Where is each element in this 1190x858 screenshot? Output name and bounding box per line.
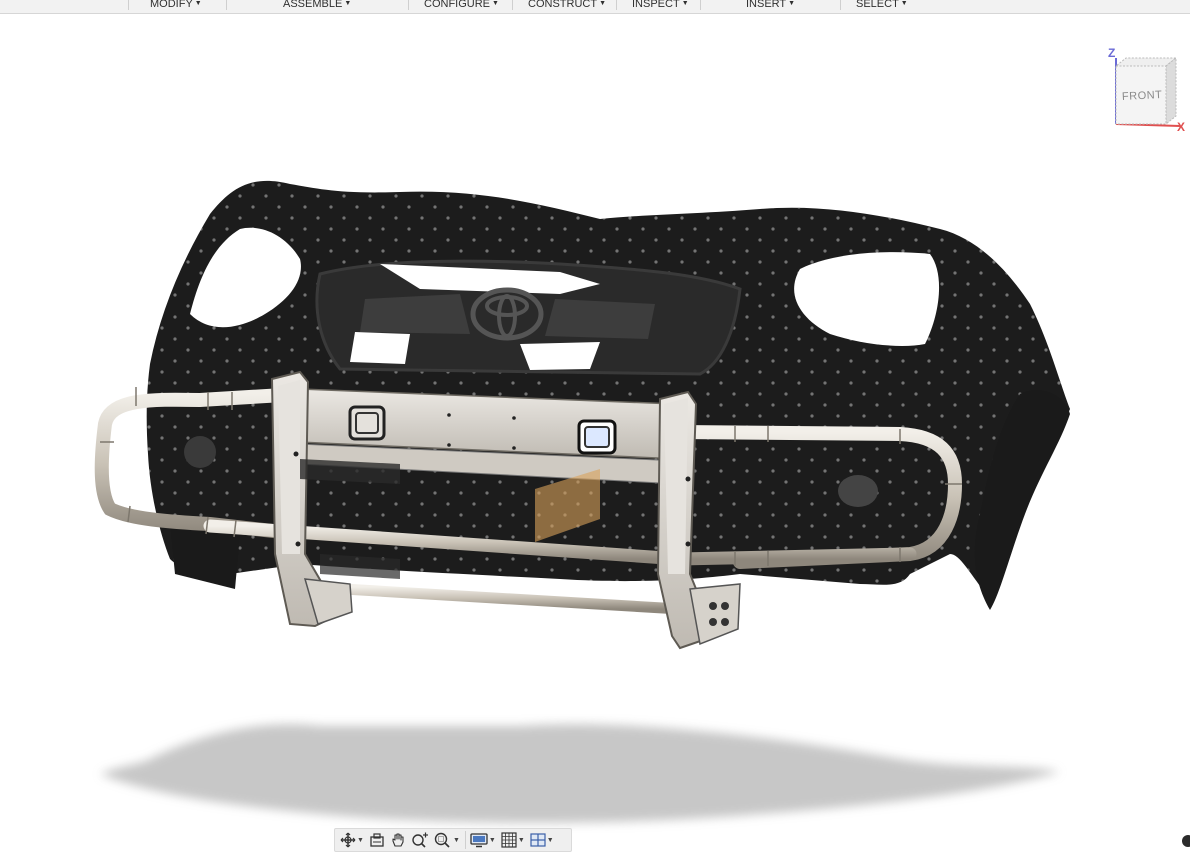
zoom-window-icon bbox=[434, 832, 450, 848]
construct-menu[interactable]: CONSTRUCT ▼ bbox=[528, 0, 606, 11]
caret-down-icon[interactable]: ▼ bbox=[518, 837, 525, 844]
led-light-pod-right bbox=[577, 419, 617, 455]
ground-shadow bbox=[100, 724, 1060, 823]
zoom-window-button[interactable]: ▼ bbox=[433, 830, 461, 850]
insert-menu[interactable]: INSERT ▼ bbox=[746, 0, 795, 11]
assemble-menu-label: ASSEMBLE bbox=[283, 0, 343, 10]
select-menu-label: SELECT bbox=[856, 0, 899, 10]
caret-down-icon: ▼ bbox=[900, 0, 908, 7]
led-light-pod-left bbox=[348, 405, 386, 441]
pan-button[interactable] bbox=[389, 830, 407, 850]
caret-down-icon: ▼ bbox=[492, 0, 499, 7]
toolbar-separator bbox=[512, 0, 513, 10]
assemble-menu[interactable]: ASSEMBLE ▼ bbox=[283, 0, 351, 11]
fog-light-left bbox=[184, 436, 216, 468]
caret-down-icon[interactable]: ▼ bbox=[357, 837, 364, 844]
toolbar-separator bbox=[128, 0, 129, 10]
toolbar-separator bbox=[700, 0, 701, 10]
toolbar-separator bbox=[616, 0, 617, 10]
fog-light-right bbox=[838, 475, 878, 507]
view-cube-axis-x-label: X bbox=[1177, 120, 1186, 134]
zoom-icon bbox=[412, 832, 428, 848]
construct-menu-label: CONSTRUCT bbox=[528, 0, 598, 10]
display-settings-icon bbox=[470, 833, 488, 848]
caret-down-icon: ▼ bbox=[344, 0, 352, 7]
inspect-menu[interactable]: INSPECT ▼ bbox=[632, 0, 689, 11]
navigation-bar: ▼ ▼ ▼ ▼ ▼ bbox=[334, 828, 572, 852]
grille-mesh-left bbox=[360, 294, 470, 334]
fusion-app-window: MODIFY ▼ ASSEMBLE ▼ CONFIGURE ▼ CONSTRUCT ▼ … bbox=[0, 0, 1190, 858]
orbit-button[interactable]: ▼ bbox=[339, 830, 365, 850]
look-at-button[interactable] bbox=[368, 830, 386, 850]
toolbar-separator bbox=[408, 0, 409, 10]
caret-down-icon: ▼ bbox=[788, 0, 796, 7]
viewports-button[interactable]: ▼ bbox=[529, 830, 555, 850]
display-settings-button[interactable]: ▼ bbox=[469, 830, 497, 850]
configure-menu-label: CONFIGURE bbox=[424, 0, 490, 10]
look-at-icon bbox=[370, 833, 384, 847]
inspect-menu-label: INSPECT bbox=[632, 0, 680, 10]
toolbar-separator bbox=[226, 0, 227, 10]
grille-mesh-right bbox=[545, 299, 655, 339]
orbit-icon bbox=[340, 832, 356, 848]
insert-menu-label: INSERT bbox=[746, 0, 787, 10]
caret-down-icon[interactable]: ▼ bbox=[453, 837, 460, 844]
caret-down-icon[interactable]: ▼ bbox=[489, 837, 496, 844]
grid-settings-button[interactable]: ▼ bbox=[500, 830, 526, 850]
toolbar-separator bbox=[840, 0, 841, 10]
grille-gap bbox=[350, 332, 410, 364]
configure-menu[interactable]: CONFIGURE ▼ bbox=[424, 0, 499, 11]
caret-down-icon: ▼ bbox=[681, 0, 689, 7]
viewports-icon bbox=[530, 833, 546, 847]
top-toolbar: MODIFY ▼ ASSEMBLE ▼ CONFIGURE ▼ CONSTRUCT ▼ … bbox=[0, 0, 1190, 14]
view-cube-front-label[interactable]: FRONT bbox=[1122, 89, 1163, 103]
grille-gap bbox=[520, 342, 600, 370]
caret-down-icon: ▼ bbox=[599, 0, 606, 7]
grid-icon bbox=[501, 832, 517, 848]
nav-separator bbox=[464, 831, 466, 849]
view-cube-axis-z-label: Z bbox=[1108, 46, 1116, 60]
caret-down-icon[interactable]: ▼ bbox=[547, 837, 554, 844]
pan-hand-icon bbox=[392, 833, 404, 847]
zoom-button[interactable] bbox=[410, 830, 430, 850]
corner-help-icon[interactable] bbox=[1182, 835, 1190, 847]
select-menu[interactable]: SELECT ▼ bbox=[856, 0, 908, 11]
modify-menu-label: MODIFY bbox=[150, 0, 193, 10]
caret-down-icon: ▼ bbox=[194, 0, 202, 7]
model-scene bbox=[94, 180, 1071, 823]
modify-menu[interactable]: MODIFY ▼ bbox=[150, 0, 202, 11]
3d-viewport[interactable]: Z X FRONT bbox=[0, 14, 1190, 858]
view-cube[interactable]: Z X FRONT bbox=[1106, 46, 1190, 138]
